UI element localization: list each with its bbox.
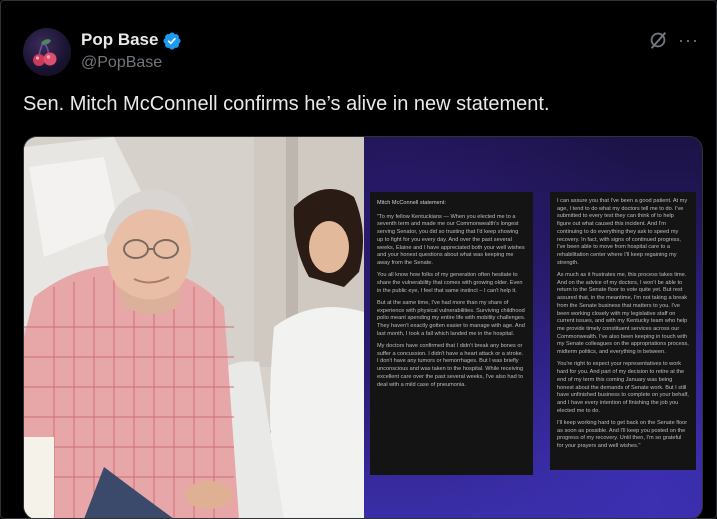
cherries-logo-icon: [33, 39, 57, 66]
statement-card-left: Mitch McConnell statement: "To my fellow…: [370, 192, 533, 475]
statement-paragraph: "To my fellow Kentuckians — When you ele…: [377, 213, 525, 267]
statement-image[interactable]: Mitch McConnell statement: "To my fellow…: [364, 137, 702, 518]
statement-paragraph: You're right to expect your representati…: [557, 361, 689, 414]
grok-icon[interactable]: [647, 29, 669, 51]
statement-paragraph: But at the same time, I've had more than…: [377, 299, 526, 337]
statement-paragraph: My doctors have confirmed that I didn't …: [377, 343, 524, 388]
statement-paragraph: I can assure you that I've been a good p…: [557, 198, 688, 266]
post-media[interactable]: Mitch McConnell statement: "To my fellow…: [23, 136, 703, 518]
statement-paragraph: I'll keep working hard to get back on th…: [557, 419, 688, 450]
statement-paragraph: You all know how folks of my generation …: [377, 272, 523, 294]
author-name[interactable]: Pop Base: [81, 30, 158, 50]
post-card: Pop Base @PopBase ··· Sen. Mitch McConne…: [0, 0, 717, 519]
author-handle[interactable]: @PopBase: [81, 54, 162, 72]
statement-card-right: I can assure you that I've been a good p…: [550, 192, 696, 470]
photo-image: [24, 137, 364, 518]
statement-paragraph: As much as it frustrates me, this proces…: [557, 271, 689, 356]
post-text: Sen. Mitch McConnell confirms he’s alive…: [23, 93, 550, 115]
avatar[interactable]: [23, 28, 71, 76]
hospital-photo[interactable]: [24, 137, 364, 518]
more-options-icon[interactable]: ···: [678, 29, 700, 51]
statement-title: Mitch McConnell statement:: [377, 200, 447, 206]
verified-badge-icon: [163, 32, 181, 50]
